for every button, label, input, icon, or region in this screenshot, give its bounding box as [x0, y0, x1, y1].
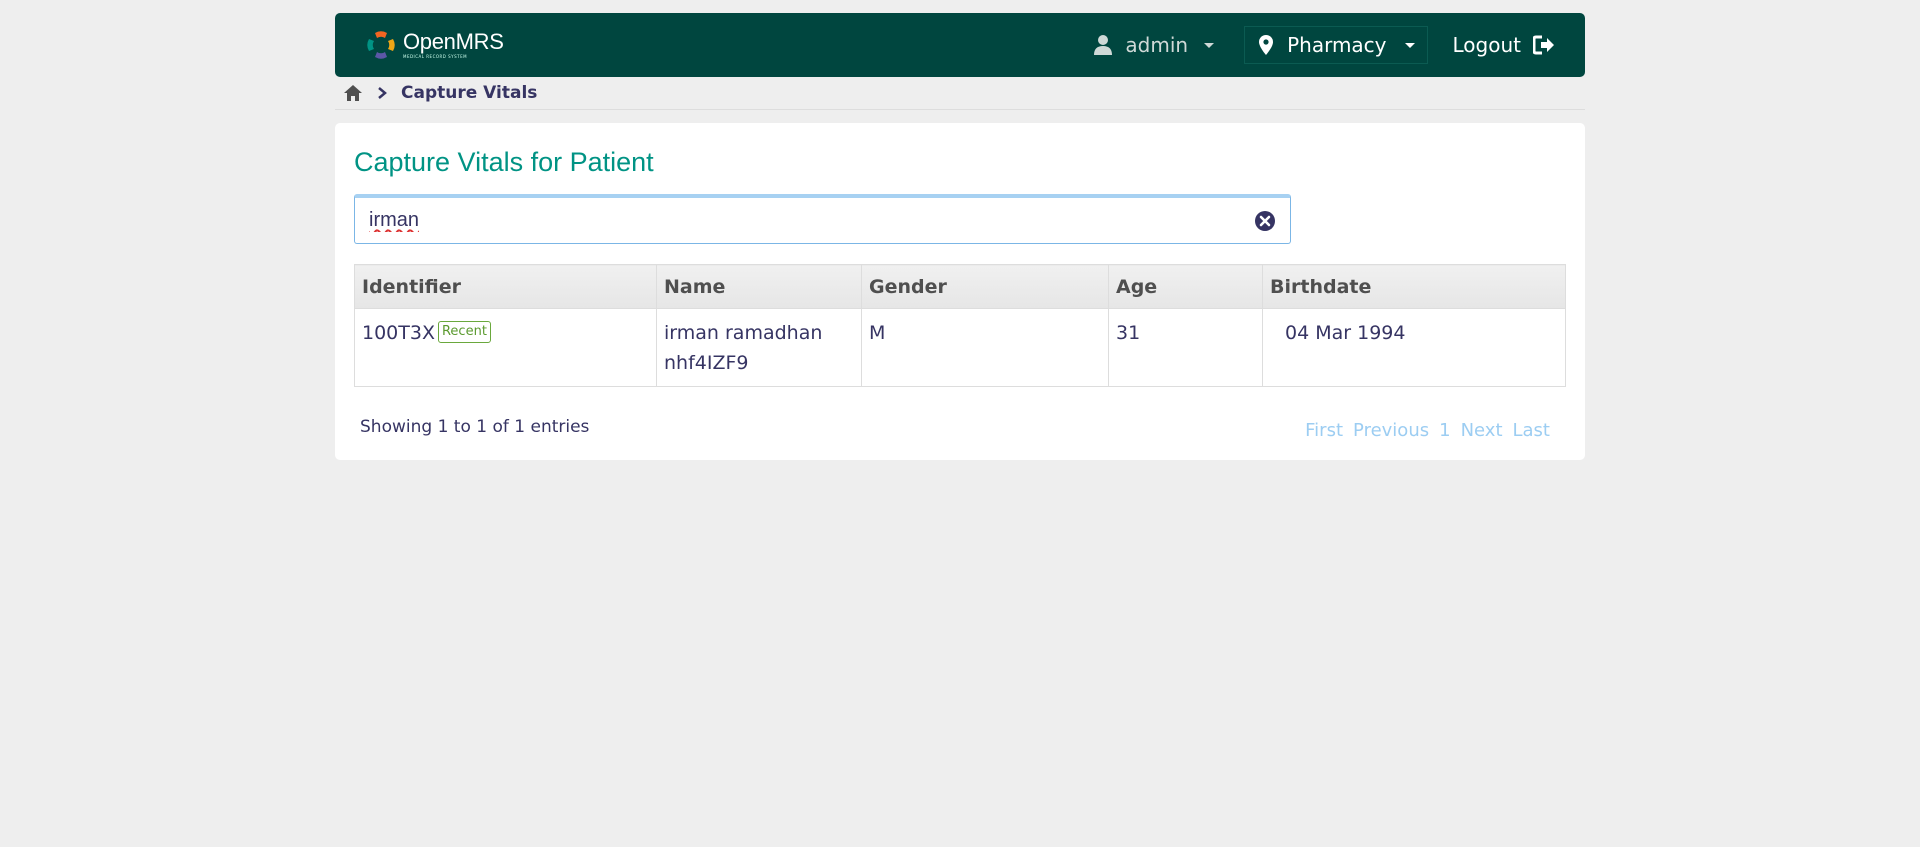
breadcrumb-current: Capture Vitals	[401, 83, 538, 103]
logout-label: Logout	[1452, 33, 1521, 57]
cell-gender: M	[861, 308, 1109, 387]
cell-identifier: 100T3X Recent	[354, 308, 657, 387]
location-selector[interactable]: Pharmacy	[1244, 26, 1428, 64]
page-container: OpenMRS MEDICAL RECORD SYSTEM admin Phar…	[335, 13, 1585, 460]
column-header-name[interactable]: Name	[656, 264, 862, 309]
column-header-gender[interactable]: Gender	[861, 264, 1109, 309]
user-icon	[1094, 35, 1113, 55]
column-header-identifier[interactable]: Identifier	[354, 264, 657, 309]
chevron-down-icon	[1204, 42, 1215, 48]
pagination: First Previous 1 Next Last	[1305, 420, 1550, 441]
cell-name: irman ramadhan nhf4IZF9	[656, 308, 862, 387]
patient-identifier: 100T3X	[362, 322, 435, 344]
column-header-birthdate[interactable]: Birthdate	[1262, 264, 1566, 309]
logout-link[interactable]: Logout	[1453, 33, 1555, 57]
logo-name: OpenMRS	[403, 29, 504, 54]
patient-name-line2: nhf4IZF9	[664, 352, 749, 374]
pager-page-1[interactable]: 1	[1439, 420, 1450, 441]
clear-search-icon[interactable]	[1254, 210, 1276, 232]
patient-search-input[interactable]	[369, 209, 1254, 232]
cell-age: 31	[1108, 308, 1263, 387]
top-header: OpenMRS MEDICAL RECORD SYSTEM admin Phar…	[335, 13, 1585, 77]
chevron-right-icon	[378, 87, 387, 99]
column-header-age[interactable]: Age	[1108, 264, 1263, 309]
breadcrumb: Capture Vitals	[335, 77, 1585, 110]
home-icon[interactable]	[343, 84, 363, 102]
pager-previous[interactable]: Previous	[1353, 420, 1429, 441]
user-menu[interactable]: admin	[1093, 33, 1215, 57]
pager-first[interactable]: First	[1305, 420, 1343, 441]
sign-out-icon	[1533, 35, 1554, 55]
table-footer: Showing 1 to 1 of 1 entries First Previo…	[354, 417, 1566, 441]
page-title: Capture Vitals for Patient	[354, 147, 654, 177]
table-row[interactable]: 100T3X Recent irman ramadhan nhf4IZF9 M 3…	[354, 308, 1566, 387]
patient-name-line1: irman ramadhan	[664, 322, 823, 344]
user-name: admin	[1125, 33, 1189, 57]
openmrs-logo-icon	[367, 31, 395, 59]
chevron-down-icon	[1404, 42, 1415, 48]
location-name: Pharmacy	[1287, 33, 1387, 57]
entries-info: Showing 1 to 1 of 1 entries	[360, 417, 590, 437]
content-panel: Capture Vitals for Patient Identifier Na…	[335, 123, 1585, 460]
map-marker-icon	[1259, 35, 1274, 55]
cell-birthdate: 04 Mar 1994	[1262, 308, 1566, 387]
openmrs-logo[interactable]: OpenMRS MEDICAL RECORD SYSTEM	[365, 29, 504, 61]
patient-search	[354, 194, 1291, 244]
pager-last[interactable]: Last	[1513, 420, 1551, 441]
table-header-row: Identifier Name Gender Age Birthdate	[354, 264, 1566, 309]
patient-results-table: Identifier Name Gender Age Birthdate 100…	[354, 264, 1566, 387]
pager-next[interactable]: Next	[1461, 420, 1503, 441]
recent-badge: Recent	[437, 320, 491, 343]
logo-tagline: MEDICAL RECORD SYSTEM	[403, 54, 468, 59]
